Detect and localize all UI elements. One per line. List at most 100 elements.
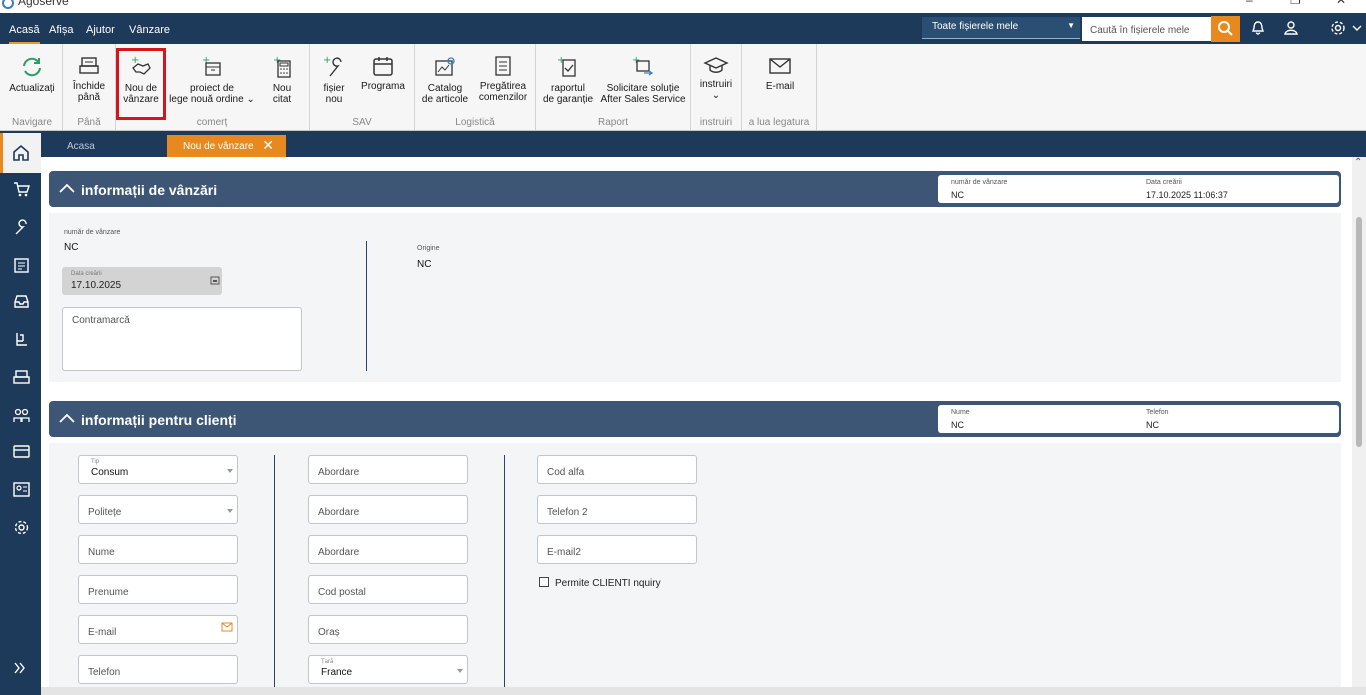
politeness-select[interactable]: Politețe [78, 495, 238, 524]
chevron-down-icon[interactable] [1352, 24, 1362, 32]
group-label-training: instruiri [699, 117, 733, 128]
client-info-header[interactable]: informații pentru clienți Nume NC Telefo… [49, 401, 1341, 437]
allow-inquiry-label: Permite CLIENTI nquiry [555, 578, 661, 589]
new-order-project-button[interactable]: + proiect de lege nouă ordine ⌄ [168, 49, 256, 105]
client-type-label: Tip [91, 459, 100, 465]
alpha-code-input[interactable]: Cod alfa [537, 455, 697, 484]
address-input-3[interactable]: Abordare [308, 535, 468, 564]
gear-icon[interactable] [13, 519, 30, 536]
creation-date-value: 17.10.2025 [71, 280, 122, 291]
close-window-icon[interactable]: ✕ [1336, 0, 1346, 7]
inbox-icon[interactable] [13, 293, 30, 310]
countermark-placeholder: Contramarcă [72, 315, 130, 326]
chevron-up-icon[interactable] [59, 413, 75, 423]
new-file-label-1: fișier [323, 83, 345, 94]
refresh-label: Actualizați [9, 83, 55, 94]
country-select[interactable]: Țară France [308, 655, 468, 684]
scrollbar-thumb[interactable] [1356, 217, 1362, 447]
menu-help[interactable]: Ajutor [86, 24, 115, 36]
scroll-up-icon[interactable]: ⌃ [1354, 157, 1362, 168]
card-icon[interactable] [13, 443, 30, 460]
forklift-icon[interactable] [13, 331, 30, 348]
restore-icon[interactable]: ❐ [1290, 0, 1301, 7]
document-icon[interactable] [13, 257, 30, 274]
phone2-input[interactable]: Telefon 2 [537, 495, 697, 524]
gear-icon[interactable] [1330, 20, 1346, 36]
wrench-icon[interactable] [13, 219, 30, 236]
divider [816, 44, 817, 130]
email2-input[interactable]: E-mail2 [537, 535, 697, 564]
close-until-label-1: Închide [72, 81, 106, 92]
client-type-select[interactable]: Tip Consum [78, 455, 238, 484]
cart-icon[interactable] [13, 181, 30, 198]
after-sales-request-button[interactable]: + Solicitare soluție After Sales Service [600, 49, 686, 105]
refresh-button[interactable]: Actualizați [6, 49, 58, 94]
email-button[interactable]: E-mail [752, 49, 808, 92]
allow-inquiry-checkbox[interactable] [539, 577, 549, 587]
address-input-1[interactable]: Abordare [308, 455, 468, 484]
register-icon[interactable] [13, 369, 30, 386]
group-label-sav: SAV [352, 117, 372, 128]
chevron-up-icon[interactable] [59, 183, 75, 193]
summary-date-value: 17.10.2025 11:06:37 [1146, 190, 1228, 200]
tab-home[interactable]: Acasa [41, 135, 167, 157]
catalog-button[interactable]: Catalog de articole [419, 49, 471, 105]
bell-icon[interactable] [1251, 20, 1265, 36]
divider [366, 241, 367, 371]
menu-display[interactable]: Afișa [49, 24, 73, 36]
warranty-report-button[interactable]: + raportul de garanție [541, 49, 595, 105]
expand-icon[interactable] [13, 661, 27, 675]
calendar-icon[interactable] [210, 275, 220, 285]
program-button[interactable]: Programa [359, 49, 407, 92]
new-file-button[interactable]: + fișier nou [316, 49, 352, 105]
address-input-2[interactable]: Abordare [308, 495, 468, 524]
file-scope-value: Toate fișierele mele [932, 21, 1019, 32]
sales-info-header[interactable]: informații de vânzări număr de vânzare N… [49, 171, 1341, 207]
group-label-report: Raport [597, 117, 628, 128]
register-icon [79, 57, 99, 74]
divider [274, 455, 275, 687]
close-until-button[interactable]: Închide până [68, 49, 110, 103]
id-card-icon[interactable] [13, 481, 30, 498]
search-button[interactable] [1211, 16, 1240, 42]
training-button[interactable]: instruiri ⌄ [695, 49, 737, 101]
summary-date-label: Data creării [1146, 179, 1182, 186]
chevron-down-icon [227, 509, 233, 513]
phone-input[interactable]: Telefon [78, 655, 238, 684]
envelope-icon[interactable] [221, 622, 233, 632]
firstname-input[interactable]: Prenume [78, 575, 238, 604]
email-input[interactable]: E-mail [78, 615, 238, 644]
summary-phone-label: Telefon [1146, 409, 1169, 416]
envelope-icon [769, 58, 791, 74]
minimize-icon[interactable]: – [1246, 0, 1253, 7]
new-file-label-2: nou [325, 94, 343, 105]
close-icon[interactable]: ✕ [262, 137, 274, 154]
file-scope-select[interactable]: Toate fișierele mele ▼ [922, 17, 1080, 39]
new-quote-button[interactable]: + Nou citat [264, 49, 300, 105]
people-icon[interactable] [13, 407, 30, 424]
city-input[interactable]: Oraș [308, 615, 468, 644]
order-prep-button[interactable]: Pregătirea comenzilor [476, 49, 530, 103]
list-icon [495, 56, 511, 76]
menu-home[interactable]: Acasă [9, 24, 40, 44]
tab-new-sale-label: Nou de vânzare [183, 141, 254, 152]
user-icon[interactable] [1284, 20, 1298, 36]
main-content: informații de vânzări număr de vânzare N… [41, 157, 1352, 687]
countermark-field[interactable]: Contramarcă [62, 307, 302, 371]
name-input[interactable]: Nume [78, 535, 238, 564]
scrollbar[interactable]: ⌃ [1352, 157, 1366, 687]
chevron-down-icon [457, 669, 463, 673]
tab-new-sale[interactable]: Nou de vânzare ✕ [167, 135, 286, 157]
close-until-label-2: până [77, 92, 101, 103]
sale-number-value: NC [64, 242, 79, 253]
status-bar [41, 687, 1366, 695]
program-label: Programa [361, 81, 405, 92]
search-input[interactable]: Caută în fișierele mele [1082, 17, 1211, 41]
order-prep-label-1: Pregătirea [479, 81, 527, 92]
menu-bar: Acasă Afișa Ajutor Vânzare Toate fișiere… [0, 13, 1366, 44]
sidebar-item-home[interactable] [0, 133, 41, 173]
postal-code-input[interactable]: Cod postal [308, 575, 468, 604]
email-label: E-mail [765, 81, 795, 92]
menu-sale[interactable]: Vânzare [129, 24, 170, 36]
graduation-cap-icon [703, 57, 729, 73]
